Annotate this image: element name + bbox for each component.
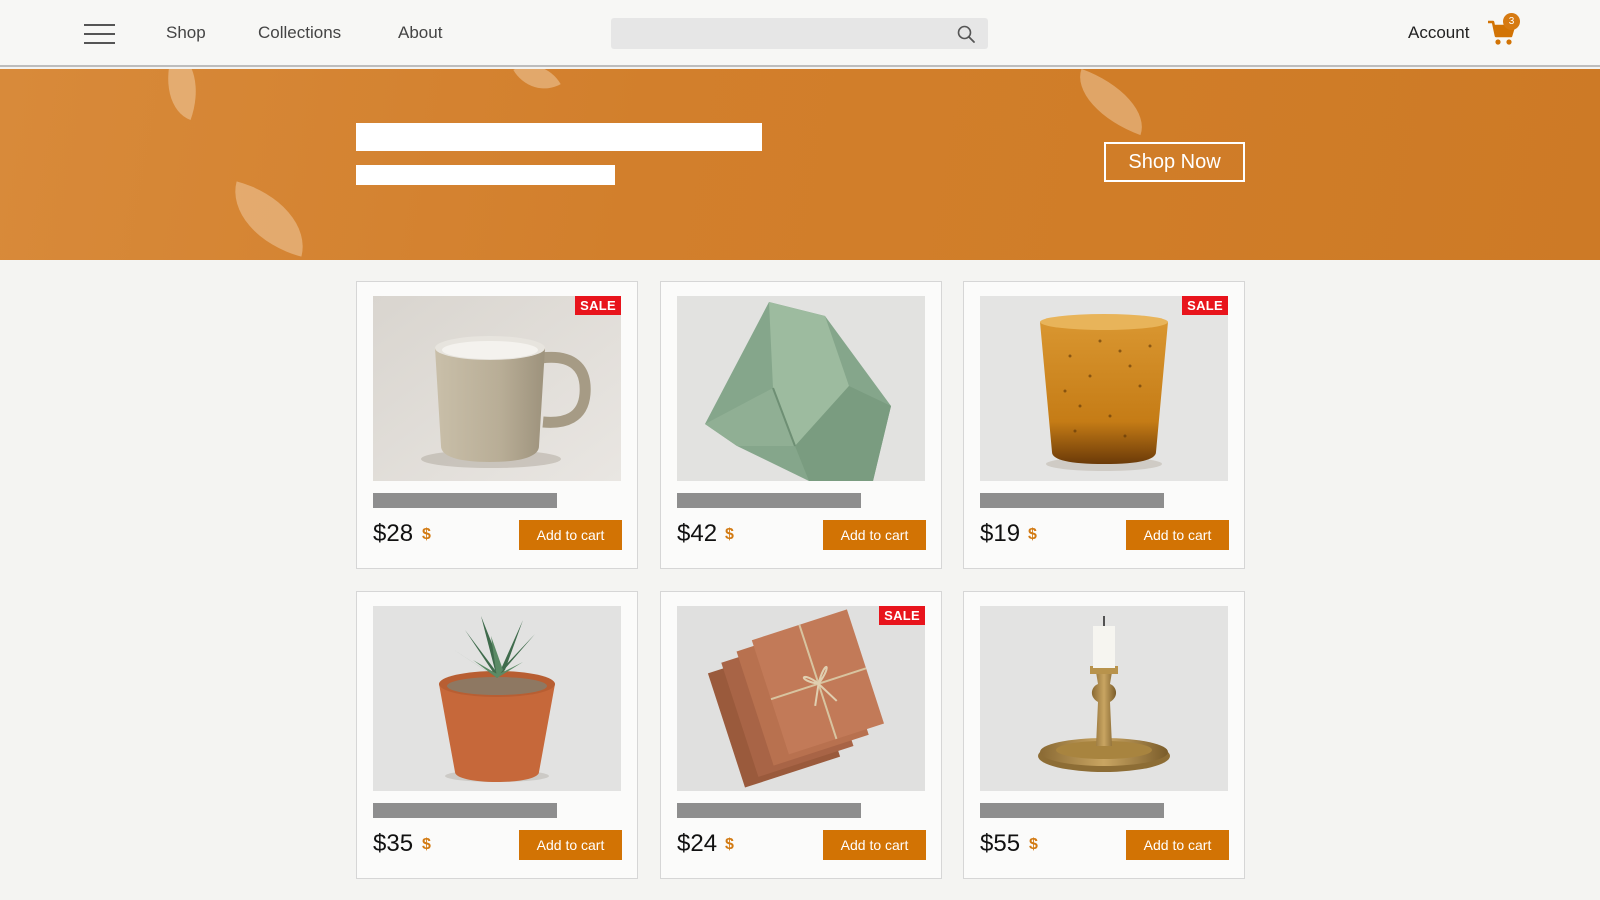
product-card[interactable]: SALE $24 $ Add to cart <box>660 591 942 879</box>
product-price: $55 <box>980 830 1021 857</box>
amber-glass-tumbler-image[interactable] <box>980 296 1228 481</box>
product-name-placeholder <box>373 493 557 508</box>
hero-banner: Shop Now <box>0 69 1600 260</box>
sale-badge: SALE <box>1182 296 1228 315</box>
ceramic-mug-image[interactable] <box>373 296 621 481</box>
leaf-decoration <box>513 69 561 102</box>
product-name-placeholder <box>373 803 557 818</box>
account-link[interactable]: Account <box>1408 23 1469 43</box>
nav-collections[interactable]: Collections <box>258 23 341 43</box>
price-tag-icon: $ <box>422 526 431 543</box>
cart-count-badge: 3 <box>1503 13 1520 30</box>
product-price: $28 <box>373 520 414 547</box>
price-tag-icon: $ <box>725 836 734 853</box>
product-name-placeholder <box>677 803 861 818</box>
product-card[interactable]: $55 $ Add to cart <box>963 591 1245 879</box>
add-to-cart-button[interactable]: Add to cart <box>1126 830 1229 860</box>
brass-candlestick-image[interactable] <box>980 606 1228 791</box>
kraft-notebooks-image[interactable] <box>677 606 925 791</box>
leaf-decoration <box>1067 69 1155 136</box>
price-tag-icon: $ <box>1028 526 1037 543</box>
price-tag-icon: $ <box>1029 836 1038 853</box>
add-to-cart-button[interactable]: Add to cart <box>1126 520 1229 550</box>
potted-succulent-image[interactable] <box>373 606 621 791</box>
shop-now-button[interactable]: Shop Now <box>1104 142 1245 182</box>
product-card[interactable]: SALE $19 $ Add to cart <box>963 281 1245 569</box>
nav-shop[interactable]: Shop <box>166 23 206 43</box>
menu-icon[interactable] <box>84 23 115 45</box>
product-name-placeholder <box>677 493 861 508</box>
product-name-placeholder <box>980 803 1164 818</box>
product-name-placeholder <box>980 493 1164 508</box>
product-card[interactable]: SALE $28 $ Add to cart <box>356 281 638 569</box>
product-card[interactable]: $35 $ Add to cart <box>356 591 638 879</box>
site-header: Shop Collections About Account 3 <box>0 0 1600 67</box>
nav-about[interactable]: About <box>398 23 442 43</box>
add-to-cart-button[interactable]: Add to cart <box>519 830 622 860</box>
search-bar <box>611 18 988 49</box>
price-tag-icon: $ <box>422 836 431 853</box>
search-input[interactable] <box>611 18 941 49</box>
product-price: $19 <box>980 520 1021 547</box>
hero-subtitle-placeholder <box>356 165 615 185</box>
product-price: $24 <box>677 830 718 857</box>
hero-title-placeholder <box>356 123 762 151</box>
add-to-cart-button[interactable]: Add to cart <box>823 830 926 860</box>
leaf-decoration <box>152 69 212 121</box>
product-price: $35 <box>373 830 414 857</box>
add-to-cart-button[interactable]: Add to cart <box>823 520 926 550</box>
price-tag-icon: $ <box>725 526 734 543</box>
sale-badge: SALE <box>575 296 621 315</box>
sale-badge: SALE <box>879 606 925 625</box>
leaf-decoration <box>222 181 316 257</box>
product-price: $42 <box>677 520 718 547</box>
search-icon[interactable] <box>956 24 976 44</box>
green-linen-napkin-image[interactable] <box>677 296 925 481</box>
add-to-cart-button[interactable]: Add to cart <box>519 520 622 550</box>
product-card[interactable]: $42 $ Add to cart <box>660 281 942 569</box>
